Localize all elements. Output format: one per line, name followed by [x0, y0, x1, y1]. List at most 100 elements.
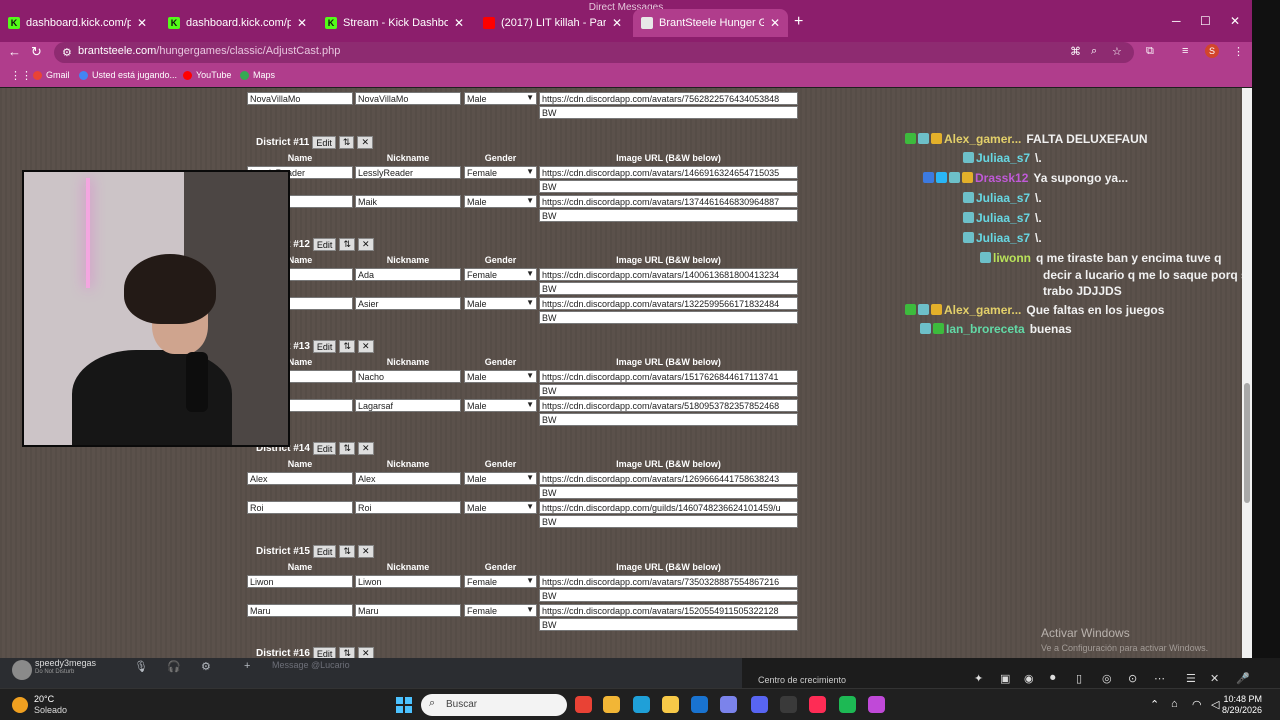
edit-district-button[interactable]: Edit: [312, 545, 337, 558]
chrome-app-icon[interactable]: [575, 696, 592, 713]
image-url-input[interactable]: https://cdn.discordapp.com/avatars/13225…: [539, 296, 798, 310]
edit-district-button[interactable]: Edit: [312, 238, 337, 251]
nickname-input[interactable]: Nacho: [355, 370, 461, 383]
image-url-input[interactable]: https://cdn.discordapp.com/avatars/73503…: [539, 575, 798, 588]
gender-select[interactable]: Male ▼: [464, 500, 537, 514]
tray-chevron-icon[interactable]: ⌃: [1150, 698, 1159, 711]
name-input[interactable]: Alex: [247, 472, 353, 485]
extensions-icon[interactable]: ⧉: [1146, 45, 1154, 58]
store-app-icon[interactable]: [603, 696, 620, 713]
bw-image-input[interactable]: BW: [539, 486, 798, 499]
image-url-input[interactable]: https://cdn.discordapp.com/avatars/13744…: [539, 194, 798, 208]
mic-icon[interactable]: 🎙: [134, 660, 148, 673]
chat-username[interactable]: Juliaa_s7: [976, 231, 1030, 245]
bookmark-item[interactable]: Gmail: [33, 70, 70, 80]
chat-username[interactable]: Alex_gamer...: [944, 303, 1021, 317]
image-url-input[interactable]: https://cdn.discordapp.com/avatars/12696…: [539, 472, 798, 485]
name-input[interactable]: Liwon: [247, 575, 353, 588]
explorer-app-icon[interactable]: [662, 696, 679, 713]
gender-select[interactable]: Male ▼: [464, 296, 537, 310]
bookmark-item[interactable]: Maps: [240, 70, 275, 80]
bookmark-item[interactable]: YouTube: [183, 70, 231, 80]
swap-district-button[interactable]: ⇅: [339, 340, 355, 353]
tab-close-icon[interactable]: ✕: [454, 16, 464, 30]
image-url-input[interactable]: https://cdn.discordapp.com/avatars/15205…: [539, 603, 798, 617]
tab-close-icon[interactable]: ✕: [612, 16, 622, 30]
target-icon[interactable]: ⊙: [1128, 672, 1137, 685]
swap-district-button[interactable]: ⇅: [339, 647, 355, 658]
browser-tab[interactable]: Kdashboard.kick.com/popout/is ✕: [160, 9, 315, 37]
remove-district-button[interactable]: ✕: [357, 238, 374, 251]
chat-username[interactable]: Juliaa_s7: [976, 151, 1030, 165]
chat-username[interactable]: Juliaa_s7: [976, 211, 1030, 225]
settings-gear-icon[interactable]: ⚙: [201, 660, 211, 673]
bw-image-input[interactable]: BW: [539, 282, 798, 295]
minimize-icon[interactable]: ─: [1172, 14, 1181, 28]
tab-close-icon[interactable]: ✕: [297, 16, 307, 30]
apps-grid-icon[interactable]: ⋮⋮: [10, 69, 32, 82]
nickname-input[interactable]: Lagarsaf: [355, 398, 461, 412]
obs-app-icon[interactable]: [780, 696, 797, 713]
gender-select[interactable]: Male ▼: [464, 92, 537, 105]
message-input[interactable]: Message @Lucario: [272, 660, 350, 670]
nickname-input[interactable]: Maru: [355, 603, 461, 617]
browser-tab[interactable]: K Stream - Kick Dashboard ✕: [317, 9, 472, 37]
camera-icon[interactable]: ◉: [1024, 672, 1034, 685]
bw-image-input[interactable]: BW: [539, 208, 798, 222]
discord-app-icon[interactable]: [751, 696, 768, 713]
name-input[interactable]: Maru: [247, 603, 353, 617]
edit-district-button[interactable]: Edit: [312, 340, 337, 353]
image-url-input[interactable]: https://cdn.discordapp.com/avatars/14006…: [539, 268, 798, 281]
chat-username[interactable]: Juliaa_s7: [976, 191, 1030, 205]
nickname-input[interactable]: LesslyReader: [355, 166, 461, 179]
tiktok-app-icon[interactable]: [809, 696, 826, 713]
edit-district-button[interactable]: Edit: [312, 136, 336, 149]
discord-avatar[interactable]: [12, 660, 32, 680]
image-url-input[interactable]: https://cdn.discordapp.com/avatars/14669…: [539, 166, 798, 179]
tab-close-icon[interactable]: ✕: [770, 16, 780, 30]
nickname-input[interactable]: Liwon: [355, 575, 461, 588]
zoom-icon[interactable]: ⌕: [1091, 45, 1097, 58]
tab-close-icon[interactable]: ✕: [137, 16, 147, 30]
media-icon[interactable]: ≡: [1182, 45, 1188, 57]
gender-select[interactable]: Male ▼: [464, 194, 537, 208]
remove-district-button[interactable]: ✕: [357, 136, 373, 149]
new-tab-button[interactable]: +: [794, 13, 803, 31]
gender-select[interactable]: Female ▼: [464, 166, 537, 179]
remove-district-button[interactable]: ✕: [357, 647, 374, 658]
bw-image-input[interactable]: BW: [539, 412, 798, 426]
sliders-icon[interactable]: ☰: [1186, 672, 1196, 685]
more-icon[interactable]: ⋯: [1154, 672, 1165, 685]
chat-username[interactable]: Alex_gamer...: [944, 132, 1021, 146]
page-scrollbar[interactable]: [1242, 88, 1252, 658]
gender-select[interactable]: Female ▼: [464, 268, 537, 281]
swap-district-button[interactable]: ⇅: [338, 136, 355, 149]
gender-select[interactable]: Male ▼: [464, 398, 537, 412]
record-icon[interactable]: ⏺: [1050, 672, 1056, 685]
swap-district-button[interactable]: ⇅: [339, 238, 355, 251]
bw-image-input[interactable]: BW: [539, 617, 798, 631]
volume-icon[interactable]: ◁: [1211, 698, 1219, 711]
gender-select[interactable]: Male ▼: [464, 472, 537, 485]
menu-icon[interactable]: ⋮: [1233, 45, 1244, 58]
screen-icon[interactable]: ▣: [1000, 672, 1010, 685]
headset-icon[interactable]: 🎧: [167, 660, 181, 673]
remove-district-button[interactable]: ✕: [357, 340, 374, 353]
twitch-app-icon[interactable]: [868, 696, 885, 713]
browser-tab[interactable]: BrantSteele Hunger Games Sim ✕: [633, 9, 788, 37]
bw-image-input[interactable]: BW: [539, 106, 798, 119]
bookmark-item[interactable]: Usted está jugando...: [79, 70, 177, 80]
browser-tab[interactable]: (2017) LIT killah - Parking (Offic ✕: [475, 9, 630, 37]
image-url-input[interactable]: https://cdn.discordapp.com/avatars/51809…: [539, 398, 798, 412]
mic-level-icon[interactable]: 🎤: [1236, 672, 1250, 685]
bw-image-input[interactable]: BW: [539, 180, 798, 193]
nickname-input[interactable]: Maik: [355, 194, 461, 208]
name-input[interactable]: Roi: [247, 500, 353, 514]
nickname-input[interactable]: Roi: [355, 500, 461, 514]
clock[interactable]: 10:48 PM 8/29/2026: [1222, 694, 1262, 716]
network-icon[interactable]: ⌂: [1171, 698, 1178, 710]
nickname-input[interactable]: Alex: [355, 472, 461, 485]
reload-icon[interactable]: ↻: [31, 44, 42, 60]
scroll-thumb[interactable]: [1244, 383, 1250, 503]
remove-district-button[interactable]: ✕: [357, 545, 374, 558]
